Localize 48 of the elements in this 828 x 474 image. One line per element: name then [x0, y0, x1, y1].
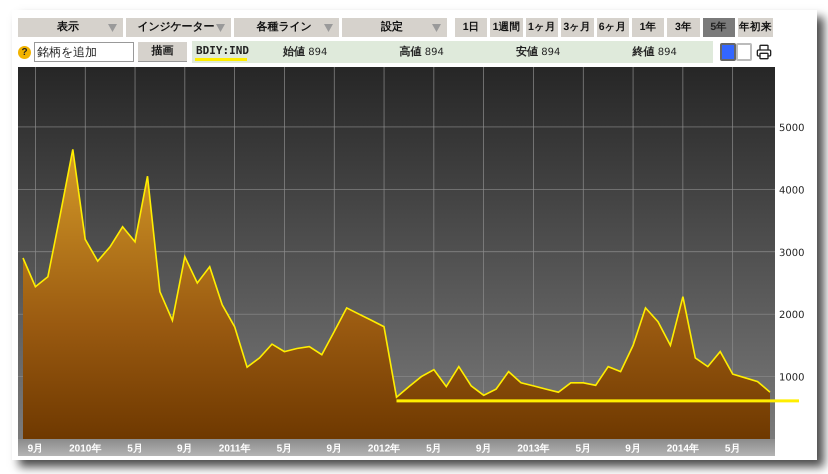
y-axis-label: 2000 — [779, 310, 804, 322]
caret-icon — [324, 24, 333, 32]
quote-value: 安値 894 — [516, 44, 560, 60]
symbol-input[interactable]: 銘柄を追加 — [34, 42, 134, 62]
x-axis-label: 9月 — [326, 444, 342, 454]
quote-value: 高値 894 — [400, 44, 444, 60]
range-tab[interactable]: 3年 — [667, 18, 700, 37]
x-axis-label: 2013年 — [517, 444, 550, 454]
caret-icon — [216, 24, 225, 32]
x-axis-label: 5月 — [426, 444, 442, 454]
menu-dropdown[interactable]: 各種ライン — [234, 18, 339, 37]
caret-icon — [432, 24, 441, 32]
color-swatch[interactable] — [720, 43, 736, 61]
range-tab[interactable]: 1日 — [455, 18, 488, 37]
draw-button[interactable]: 描画 — [138, 42, 187, 62]
range-tab[interactable]: 3ヶ月 — [561, 18, 594, 37]
y-axis-label: 1000 — [779, 372, 804, 384]
x-axis-label: 9月 — [177, 444, 193, 454]
range-tab[interactable]: 年初来 — [738, 18, 773, 37]
x-axis-label: 5月 — [724, 444, 740, 454]
range-tab[interactable]: 1年 — [632, 18, 664, 37]
y-axis-label: 3000 — [779, 248, 804, 259]
printer-icon[interactable] — [756, 44, 772, 60]
menu-dropdown[interactable]: 表示 — [18, 18, 123, 37]
x-axis-label: 5月 — [575, 444, 592, 454]
x-axis-label: 9月 — [625, 444, 641, 454]
caret-icon — [108, 24, 117, 32]
help-button[interactable]: ? — [18, 46, 31, 58]
x-axis-label: 2010年 — [69, 444, 102, 454]
quote-value: 始値 894 — [283, 44, 328, 60]
x-axis-label: 2012年 — [368, 444, 400, 454]
x-axis-label: 2014年 — [666, 444, 699, 454]
x-axis-label: 9月 — [28, 444, 44, 454]
range-tab[interactable]: 1ヶ月 — [526, 18, 558, 37]
color-swatch[interactable] — [736, 43, 752, 61]
range-tab[interactable]: 5年 — [702, 18, 735, 37]
x-axis-label: 9月 — [476, 444, 492, 454]
range-tab[interactable]: 6ヶ月 — [596, 18, 629, 37]
y-axis-label: 5000 — [779, 122, 804, 134]
range-tab[interactable]: 1週間 — [490, 18, 523, 37]
menu-dropdown[interactable]: インジケーター — [126, 18, 231, 37]
menu-dropdown[interactable]: 設定 — [342, 18, 447, 37]
x-axis-label: 2011年 — [218, 444, 250, 454]
quote-value: 終値 894 — [632, 44, 677, 60]
x-axis-label: 5月 — [276, 444, 292, 454]
symbol-label: BDIY:IND — [195, 44, 247, 60]
x-axis-label: 5月 — [127, 444, 143, 454]
y-axis-label: 4000 — [779, 185, 804, 196]
